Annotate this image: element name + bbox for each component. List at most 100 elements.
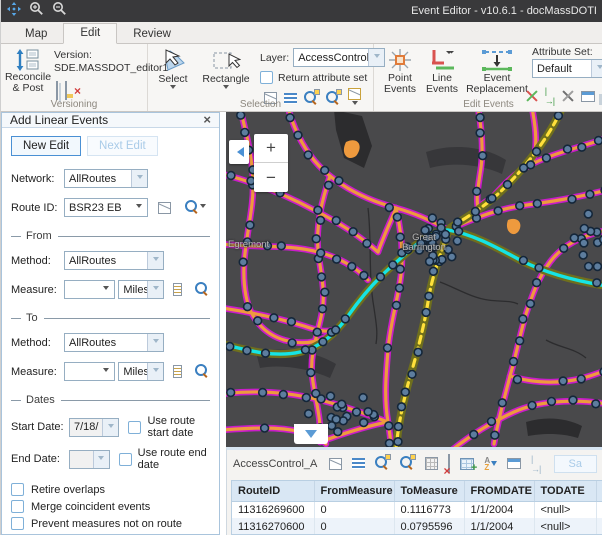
from-zoom-measure-icon[interactable] bbox=[195, 282, 210, 297]
field-calculator-icon[interactable] bbox=[425, 457, 438, 470]
pan-icon[interactable] bbox=[7, 2, 21, 21]
column-header-AC[interactable]: AC bbox=[596, 481, 602, 501]
point-events-button[interactable]: Point Events bbox=[380, 47, 420, 95]
window-title: Event Editor - v10.6.1 - docMassDOTI bbox=[411, 5, 597, 17]
select-dropdown-icon[interactable] bbox=[170, 85, 176, 92]
collapse-table-button[interactable] bbox=[294, 424, 328, 444]
event-replacement-button[interactable]: Event Replacement bbox=[466, 47, 528, 95]
table-body: 1131626960000.11167731/1/2004<null>N1131… bbox=[232, 501, 602, 535]
tab-review[interactable]: Review bbox=[117, 25, 187, 44]
prevent-measures-label: Prevent measures not on route bbox=[31, 518, 182, 530]
return-attribute-set-checkbox[interactable] bbox=[260, 71, 273, 84]
attribute-set-dropdown[interactable]: Default bbox=[532, 59, 602, 78]
layer-label: Layer: bbox=[260, 52, 289, 64]
point-events-label: Point Events bbox=[380, 73, 420, 95]
to-measure-combo[interactable] bbox=[64, 362, 115, 381]
from-measure-combo[interactable] bbox=[64, 280, 115, 299]
to-method-dropdown[interactable]: AllRoutes bbox=[64, 333, 164, 352]
use-route-start-date-checkbox[interactable] bbox=[128, 421, 141, 434]
chevron-down-icon bbox=[153, 339, 159, 346]
table-row[interactable]: 1131627060000.07955961/1/2004<null>N bbox=[232, 518, 602, 535]
chevron-left-icon bbox=[232, 147, 244, 157]
return-attribute-set-label: Return attribute set bbox=[278, 72, 367, 84]
ribbon-tab-bar: Map Edit Review bbox=[1, 22, 602, 44]
route-id-dropdown[interactable]: BSR23 EB bbox=[64, 198, 148, 217]
tab-map[interactable]: Map bbox=[9, 25, 63, 44]
rectangle-label: Rectangle bbox=[202, 74, 249, 85]
end-date-picker[interactable] bbox=[69, 450, 110, 469]
attribute-table: RouteIDFromMeasureToMeasureFROMDATETODAT… bbox=[231, 480, 602, 535]
prevent-measures-checkbox[interactable] bbox=[11, 517, 24, 530]
add-record-icon[interactable] bbox=[460, 458, 475, 470]
from-measure-on-map-icon[interactable] bbox=[173, 283, 182, 296]
from-method-value: AllRoutes bbox=[65, 255, 147, 267]
column-header-RouteID[interactable]: RouteID bbox=[232, 481, 314, 501]
zoom-to-route-icon[interactable] bbox=[185, 200, 206, 215]
new-version-icon[interactable] bbox=[65, 82, 67, 100]
select-route-on-map-icon[interactable] bbox=[158, 202, 171, 214]
line-events-button[interactable]: Line Events bbox=[422, 47, 462, 95]
merge-coincident-label: Merge coincident events bbox=[31, 501, 150, 513]
chevron-down-icon bbox=[98, 456, 104, 463]
attribute-set-value: Default bbox=[533, 63, 591, 75]
save-button[interactable]: Sa bbox=[554, 455, 597, 473]
select-tool-icon bbox=[158, 48, 188, 74]
to-units-dropdown[interactable]: Miles bbox=[118, 362, 164, 381]
attribute-window-icon[interactable] bbox=[507, 458, 521, 469]
panel-title: Add Linear Events bbox=[10, 113, 108, 127]
use-route-end-date-checkbox[interactable] bbox=[119, 453, 132, 466]
select-label: Select bbox=[158, 74, 187, 85]
route-id-value: BSR23 EB bbox=[65, 202, 131, 214]
start-date-picker[interactable]: 7/18/ bbox=[69, 418, 119, 437]
chevron-down-icon bbox=[103, 368, 109, 375]
new-edit-button[interactable]: New Edit bbox=[11, 136, 81, 156]
delete-version-icon[interactable]: × bbox=[74, 86, 81, 96]
select-features-icon[interactable] bbox=[329, 458, 342, 470]
map-view[interactable]: Egremont Great Barrington + − bbox=[226, 112, 602, 447]
use-route-start-date-label: Use route start date bbox=[147, 415, 210, 439]
rectangle-dropdown-icon[interactable] bbox=[223, 85, 229, 92]
table-row[interactable]: 1131626960000.11167731/1/2004<null>N bbox=[232, 501, 602, 518]
chevron-down-icon bbox=[153, 368, 159, 375]
sort-icon[interactable]: AZ bbox=[484, 457, 497, 471]
select-button[interactable]: Select bbox=[152, 48, 194, 92]
column-header-TODATE[interactable]: TODATE bbox=[534, 481, 596, 501]
reconcile-post-button[interactable]: Reconcile & Post bbox=[6, 48, 50, 94]
column-header-FROMDATE[interactable]: FROMDATE bbox=[464, 481, 534, 501]
zoom-in-icon[interactable] bbox=[29, 1, 44, 21]
delete-selected-icon[interactable]: × bbox=[448, 455, 450, 473]
tab-edit[interactable]: Edit bbox=[63, 23, 117, 44]
zoom-out-button[interactable]: − bbox=[254, 163, 288, 192]
from-units-dropdown[interactable]: Miles bbox=[118, 280, 164, 299]
retire-overlaps-checkbox[interactable] bbox=[11, 483, 24, 496]
attribute-set-label: Attribute Set: bbox=[532, 46, 593, 58]
group-versioning: Reconcile & Post Version: SDE.MASSDOT_ed… bbox=[1, 44, 148, 111]
next-edit-button[interactable]: Next Edit bbox=[87, 136, 158, 156]
network-dropdown[interactable]: AllRoutes bbox=[64, 169, 148, 188]
from-method-dropdown[interactable]: AllRoutes bbox=[64, 251, 164, 270]
rectangle-button[interactable]: Rectangle bbox=[200, 48, 252, 92]
to-measure-on-map-icon[interactable] bbox=[173, 365, 182, 378]
merge-coincident-checkbox[interactable] bbox=[11, 500, 24, 513]
to-zoom-measure-icon[interactable] bbox=[195, 364, 210, 379]
refresh-version-icon[interactable] bbox=[56, 82, 58, 100]
close-icon[interactable]: × bbox=[203, 114, 211, 126]
zoom-in-button[interactable]: + bbox=[254, 134, 288, 163]
reconcile-post-label: Reconcile & Post bbox=[5, 72, 51, 94]
zoom-to-selected-icon[interactable] bbox=[375, 456, 390, 471]
chevron-down-icon bbox=[153, 257, 159, 264]
dates-section-label: Dates bbox=[26, 394, 55, 406]
event-replacement-icon bbox=[480, 47, 514, 73]
collapse-panel-button[interactable] bbox=[229, 140, 249, 164]
zoom-out-icon[interactable] bbox=[52, 1, 67, 21]
show-selected-records-icon[interactable] bbox=[352, 458, 365, 469]
group-label-selection: Selection bbox=[148, 99, 373, 110]
column-header-FromMeasure[interactable]: FromMeasure bbox=[314, 481, 394, 501]
column-header-ToMeasure[interactable]: ToMeasure bbox=[394, 481, 464, 501]
table-layer-name[interactable]: AccessControl_A bbox=[233, 458, 317, 470]
adjust-measures-icon[interactable]: |→| bbox=[531, 454, 542, 474]
line-events-label: Line Events bbox=[422, 73, 462, 95]
pan-to-selected-icon[interactable] bbox=[400, 456, 415, 471]
map-zoom-control: + − bbox=[254, 134, 288, 192]
layer-dropdown[interactable]: AccessControl_A bbox=[293, 48, 385, 67]
